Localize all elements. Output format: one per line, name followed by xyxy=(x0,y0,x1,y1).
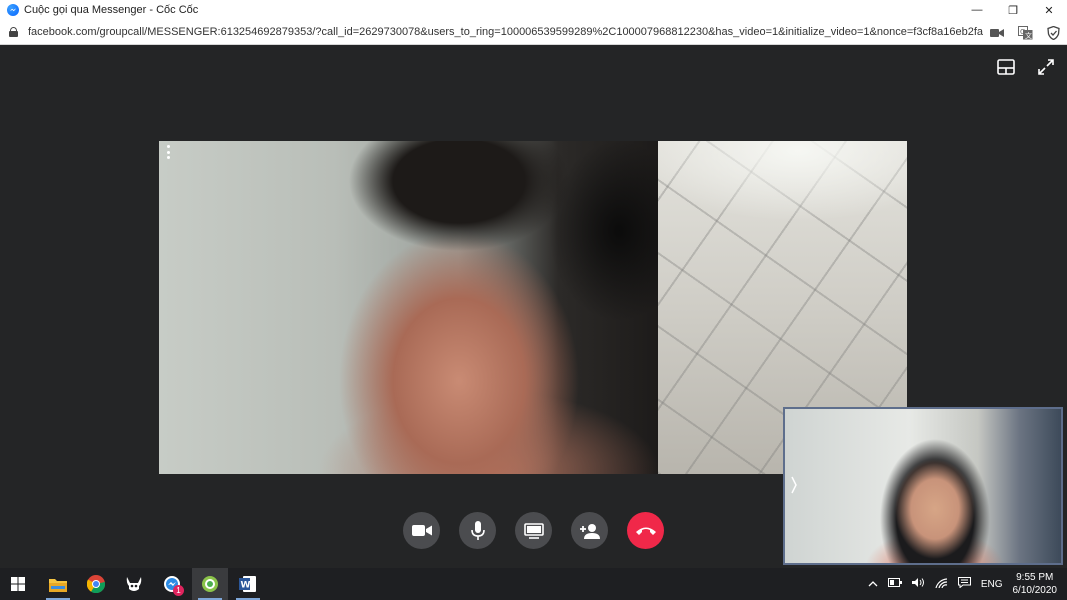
microphone-button[interactable] xyxy=(459,512,496,549)
end-call-button[interactable] xyxy=(627,512,664,549)
chevron-up-icon[interactable] xyxy=(868,579,878,590)
minimize-button[interactable]: — xyxy=(959,0,995,20)
taskbar: 1 W ENG 9:55 PM 6/10/2020 xyxy=(0,568,1067,600)
camera-button[interactable] xyxy=(403,512,440,549)
camera-permission-icon[interactable] xyxy=(989,25,1005,41)
call-area xyxy=(0,46,1067,568)
browser-icon xyxy=(202,576,218,592)
screen-share-icon xyxy=(523,522,544,539)
start-button[interactable] xyxy=(0,568,36,600)
video-camera-icon xyxy=(411,525,432,536)
restore-button[interactable]: ❐ xyxy=(995,0,1031,20)
taskbar-messenger-app[interactable]: 1 xyxy=(154,568,190,600)
fullscreen-icon[interactable] xyxy=(1035,56,1057,78)
phone-hangup-icon xyxy=(635,527,656,535)
window-title: Cuộc gọi qua Messenger - Cốc Cốc xyxy=(24,4,199,16)
notification-badge: 1 xyxy=(173,585,184,596)
screen-share-button[interactable] xyxy=(515,512,552,549)
coccoc-icon xyxy=(126,577,142,591)
system-tray: ENG 9:55 PM 6/10/2020 xyxy=(868,568,1057,600)
windows-icon xyxy=(11,577,25,591)
taskbar-coccoc-browser[interactable] xyxy=(192,568,228,600)
microphone-icon xyxy=(470,520,485,540)
more-options-icon[interactable] xyxy=(165,145,171,159)
call-controls xyxy=(0,512,1067,549)
battery-icon[interactable] xyxy=(887,578,902,590)
add-person-icon xyxy=(579,523,600,539)
word-icon: W xyxy=(239,576,256,592)
clock-time: 9:55 PM xyxy=(1016,572,1054,583)
participant-video-main[interactable] xyxy=(159,141,658,474)
svg-text:文: 文 xyxy=(1025,31,1032,40)
action-center-icon[interactable] xyxy=(957,577,971,591)
clock-date: 6/10/2020 xyxy=(1012,585,1058,596)
close-button[interactable]: ✕ xyxy=(1031,0,1067,20)
shield-icon[interactable] xyxy=(1045,25,1061,41)
lock-icon[interactable] xyxy=(9,27,18,37)
layout-icon[interactable] xyxy=(995,56,1017,78)
volume-icon[interactable] xyxy=(911,577,925,591)
url-text[interactable]: facebook.com/groupcall/MESSENGER:6132546… xyxy=(28,26,983,38)
taskbar-coccoc[interactable] xyxy=(116,568,152,600)
taskbar-chrome[interactable] xyxy=(78,568,114,600)
folder-icon xyxy=(49,578,67,592)
taskbar-file-explorer[interactable] xyxy=(40,568,76,600)
chevron-right-icon[interactable] xyxy=(789,475,799,495)
translate-icon[interactable]: G文 xyxy=(1017,25,1033,41)
clock[interactable]: 9:55 PM 6/10/2020 xyxy=(1013,571,1058,597)
window-title-bar: Cuộc gọi qua Messenger - Cốc Cốc — ❐ ✕ xyxy=(0,0,1067,20)
svg-text:W: W xyxy=(241,581,251,591)
address-bar[interactable]: facebook.com/groupcall/MESSENGER:6132546… xyxy=(0,20,1067,45)
wifi-icon[interactable] xyxy=(935,577,948,591)
messenger-icon xyxy=(7,4,19,16)
taskbar-word[interactable]: W xyxy=(230,568,266,600)
chrome-icon xyxy=(87,575,105,593)
language-indicator[interactable]: ENG xyxy=(981,579,1003,590)
add-person-button[interactable] xyxy=(571,512,608,549)
